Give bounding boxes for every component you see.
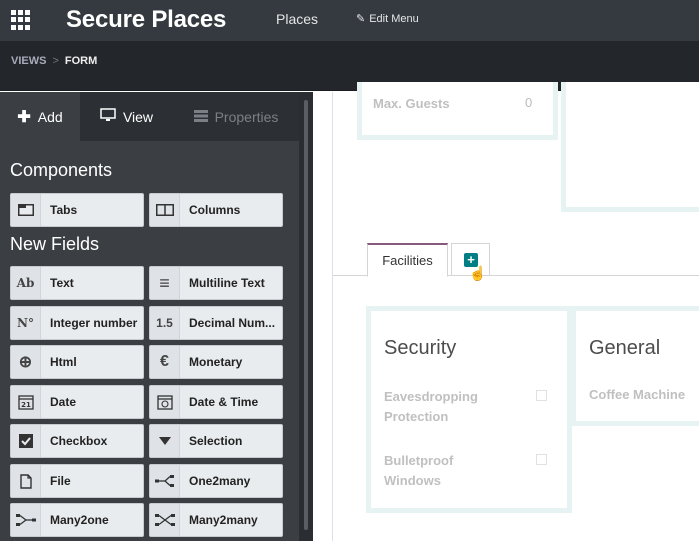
field-selection[interactable]: Selection [149,424,283,458]
hand-cursor-icon: ☝ [469,265,487,281]
max-guests-label[interactable]: Max. Guests [373,96,450,111]
tabs-icon [11,194,41,226]
field-multiline-text-label: Multiline Text [189,276,265,290]
caret-down-icon [150,425,180,457]
eavesdropping-label[interactable]: Eavesdropping Protection [384,387,504,427]
calendar-clock-icon [150,386,180,418]
many2many-icon [150,504,180,536]
component-tabs-label: Tabs [50,203,78,217]
edit-menu-link[interactable]: ✎ Edit Menu [356,12,419,26]
component-columns-label: Columns [189,203,241,217]
checkbox-icon [11,425,41,457]
new-fields-title: New Fields [10,234,100,254]
component-tabs[interactable]: Tabs [10,193,144,227]
max-guests-value[interactable]: 0 [525,95,532,110]
field-date-label: Date [50,395,77,409]
breadcrumb-views[interactable]: VIEWS [11,55,46,67]
form-left-gutter [313,92,333,541]
field-selection-label: Selection [189,434,243,448]
monitor-icon [100,108,116,125]
field-one2many[interactable]: One2many [149,464,283,498]
studio-sidebar: ✚ Add View Properties Components Tabs Co… [0,92,313,541]
apps-menu-icon[interactable] [11,10,31,30]
field-multiline-text[interactable]: ≡ Multiline Text [149,266,283,300]
eavesdropping-checkbox[interactable] [536,390,547,401]
tab-add[interactable]: ✚ Add [0,92,80,141]
field-html[interactable]: ⊕ Html [10,345,144,379]
field-datetime[interactable]: Date & Time [149,385,283,419]
calendar-icon: 21 [11,386,41,418]
bulletproof-label[interactable]: Bulletproof Windows [384,451,504,491]
tab-properties-label: Properties [214,108,279,125]
text-field-icon: Ab [11,267,41,299]
file-icon [11,465,41,497]
security-group: Security Eavesdropping Protection Bullet… [366,306,572,513]
field-text-label: Text [50,276,74,290]
field-datetime-label: Date & Time [189,395,259,409]
field-decimal[interactable]: 1.5 Decimal Num... [149,306,283,340]
field-file-label: File [50,474,71,488]
field-many2many[interactable]: Many2many [149,503,283,537]
field-checkbox-label: Checkbox [50,434,108,448]
coffee-machine-label[interactable]: Coffee Machine [589,387,685,402]
component-columns[interactable]: Columns [149,193,283,227]
field-many2one-label: Many2one [50,513,109,527]
many2one-icon [11,504,41,536]
breadcrumb-form: FORM [64,55,98,67]
field-many2many-label: Many2many [189,513,258,527]
field-file[interactable]: File [10,464,144,498]
svg-text:21: 21 [21,401,31,409]
menu-places[interactable]: Places [276,11,318,27]
field-text[interactable]: Ab Text [10,266,144,300]
globe-icon: ⊕ [11,346,41,378]
field-monetary[interactable]: € Monetary [149,345,283,379]
field-one2many-label: One2many [189,474,251,488]
sidebar-scroll-thumb[interactable] [304,100,308,530]
field-checkbox[interactable]: Checkbox [10,424,144,458]
app-title[interactable]: Secure Places [66,6,226,34]
integer-icon: N° [11,307,41,339]
breadcrumb: VIEWS > FORM [11,55,97,67]
general-group: General Coffee Machine [571,306,699,426]
security-title[interactable]: Security [384,337,456,360]
max-guests-group: Max. Guests 0 [357,82,558,140]
field-monetary-label: Monetary [189,355,243,369]
columns-icon [150,194,180,226]
field-many2one[interactable]: Many2one [10,503,144,537]
one2many-icon [150,465,180,497]
components-title: Components [10,160,113,180]
pencil-icon: ✎ [356,13,366,25]
field-html-label: Html [50,355,77,369]
plus-icon: ✚ [17,108,31,126]
field-date[interactable]: 21 Date [10,385,144,419]
tab-facilities[interactable]: Facilities [367,243,448,277]
edit-menu-label: Edit Menu [369,12,419,25]
properties-icon [193,109,208,125]
bulletproof-checkbox[interactable] [536,454,547,465]
multiline-text-icon: ≡ [150,267,180,299]
decimal-icon: 1.5 [150,307,180,339]
euro-icon: € [150,346,180,378]
top-navbar: Secure Places Places ✎ Edit Menu [0,0,699,41]
upper-right-group [561,82,699,212]
field-integer[interactable]: N° Integer number [10,306,144,340]
general-title[interactable]: General [589,337,660,360]
tab-view[interactable]: View [80,92,173,141]
tab-properties[interactable]: Properties [173,92,299,141]
sidebar-tabs: ✚ Add View Properties [0,92,299,141]
add-tab-button[interactable]: + ☝ [451,243,490,281]
field-decimal-label: Decimal Num... [189,316,276,330]
tab-view-label: View [122,108,154,125]
field-integer-label: Integer number [50,316,138,330]
breadcrumb-separator: > [52,55,59,67]
tab-add-label: Add [37,108,63,125]
